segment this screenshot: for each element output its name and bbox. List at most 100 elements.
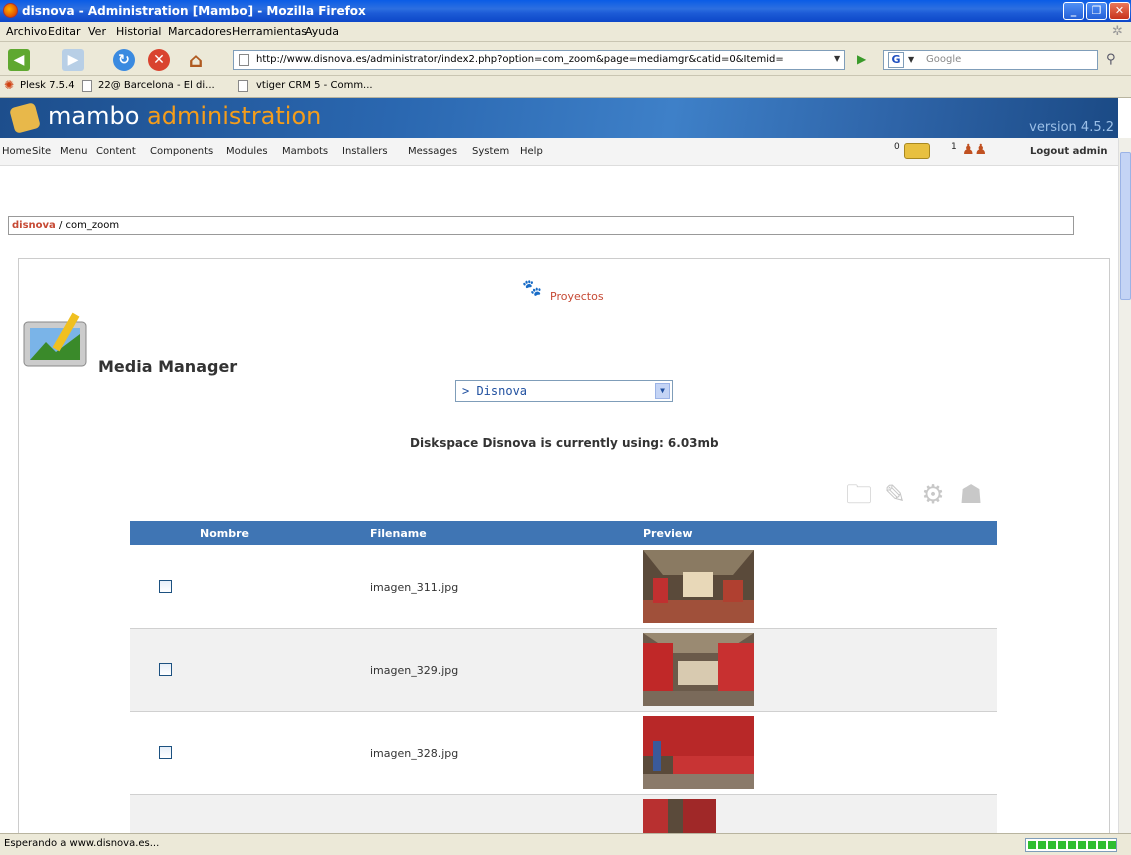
- category-link-label[interactable]: Proyectos: [550, 290, 604, 303]
- minimize-icon[interactable]: _: [1063, 2, 1084, 20]
- status-text: Esperando a www.disnova.es...: [4, 838, 160, 849]
- url-input[interactable]: http://www.disnova.es/administrator/inde…: [233, 50, 845, 70]
- mambo-menu: Home Site Menu Content Components Module…: [0, 138, 1118, 166]
- menu-ayuda[interactable]: Ayuda: [305, 25, 339, 38]
- brand-main: mambo: [48, 102, 140, 130]
- browser-menubar: Archivo Editar Ver Historial Marcadores …: [0, 22, 1131, 42]
- breadcrumb: disnova / com_zoom: [8, 216, 1074, 235]
- bookmark-vtiger[interactable]: vtiger CRM 5 - Comm...: [256, 80, 373, 91]
- engine-dropdown-icon[interactable]: ▼: [908, 51, 914, 69]
- edit-icon[interactable]: ✎: [878, 478, 912, 512]
- close-icon[interactable]: ✕: [1109, 2, 1130, 20]
- messages-icon[interactable]: [904, 143, 930, 159]
- table-header: Nombre Filename Preview: [130, 521, 997, 545]
- page-icon: [238, 80, 248, 92]
- forward-icon[interactable]: ▶: [62, 49, 84, 71]
- messages-count: 0: [894, 142, 900, 152]
- row-filename: imagen_328.jpg: [370, 747, 459, 760]
- back-icon[interactable]: ◀: [8, 49, 30, 71]
- menu-ver[interactable]: Ver: [88, 25, 106, 38]
- menu-site[interactable]: Site: [32, 146, 51, 157]
- reload-icon[interactable]: ↻: [113, 49, 135, 71]
- restore-icon[interactable]: ❐: [1086, 2, 1107, 20]
- users-online-icon[interactable]: ♟♟: [962, 142, 987, 158]
- go-icon[interactable]: ▶: [857, 52, 866, 66]
- breadcrumb-component: / com_zoom: [58, 220, 120, 231]
- logout-link[interactable]: Logout admin: [1030, 146, 1108, 157]
- url-text: http://www.disnova.es/administrator/inde…: [256, 54, 784, 65]
- menu-modules[interactable]: Modules: [226, 146, 268, 157]
- page-title: Media Manager: [98, 357, 238, 376]
- mambo-version: version 4.5.2: [1029, 120, 1114, 135]
- gallery-select[interactable]: > Disnova ▼: [455, 380, 673, 402]
- menu-messages[interactable]: Messages: [408, 146, 457, 157]
- row-filename: imagen_329.jpg: [370, 664, 459, 677]
- settings-icon[interactable]: ⚙: [916, 478, 950, 512]
- menu-content[interactable]: Content: [96, 146, 136, 157]
- menu-home[interactable]: Home: [2, 146, 32, 157]
- page-load-progress: [1025, 838, 1117, 852]
- mambo-header: mambo administration version 4.5.2: [0, 98, 1118, 138]
- page-scrollbar[interactable]: [1118, 138, 1131, 833]
- col-nombre: Nombre: [200, 527, 249, 540]
- new-folder-icon[interactable]: 🗀: [842, 478, 876, 512]
- bookmarks-toolbar: ✺ Plesk 7.5.4 22@ Barcelona - El di... v…: [0, 76, 1131, 98]
- col-filename: Filename: [370, 527, 427, 540]
- paw-icon: 🐾: [522, 278, 542, 297]
- menu-installers[interactable]: Installers: [342, 146, 388, 157]
- users-count: 1: [951, 142, 957, 152]
- plesk-icon: ✺: [4, 78, 15, 92]
- row-checkbox[interactable]: [159, 663, 172, 676]
- progress-fill: [1028, 841, 1116, 849]
- throbber-icon: ✲: [1112, 24, 1123, 39]
- menu-editar[interactable]: Editar: [48, 25, 81, 38]
- menu-archivo[interactable]: Archivo: [6, 25, 47, 38]
- menu-components[interactable]: Components: [150, 146, 213, 157]
- bookmark-22barcelona[interactable]: 22@ Barcelona - El di...: [98, 80, 215, 91]
- page-icon: [239, 54, 249, 66]
- table-row: imagen_328.jpg: [130, 712, 997, 795]
- menu-mambots[interactable]: Mambots: [282, 146, 328, 157]
- toolbar-icons: 🗀 ✎ ⚙ ☗: [842, 478, 997, 518]
- gallery-select-value: > Disnova: [462, 384, 528, 398]
- row-checkbox[interactable]: [159, 746, 172, 759]
- firefox-icon: [3, 3, 18, 18]
- diskspace-text: Diskspace Disnova is currently using: 6.…: [410, 436, 719, 450]
- preview-thumbnail[interactable]: [643, 633, 754, 706]
- stop-icon[interactable]: ✕: [148, 49, 170, 71]
- menu-marcadores[interactable]: Marcadores: [168, 25, 232, 38]
- home-icon[interactable]: ⌂: [185, 49, 207, 71]
- users-icon[interactable]: ☗: [954, 478, 988, 512]
- col-preview: Preview: [643, 527, 693, 540]
- preview-thumbnail[interactable]: [643, 550, 754, 623]
- status-bar: Esperando a www.disnova.es...: [0, 833, 1131, 855]
- menu-herramientas[interactable]: Herramientas: [232, 25, 307, 38]
- breadcrumb-site[interactable]: disnova: [12, 220, 56, 231]
- brand-accent: administration: [147, 102, 322, 130]
- menu-historial[interactable]: Historial: [116, 25, 161, 38]
- window-title: disnova - Administration [Mambo] - Mozil…: [22, 4, 366, 18]
- preview-thumbnail[interactable]: [643, 716, 754, 789]
- scrollbar-thumb[interactable]: [1120, 152, 1131, 300]
- table-row: imagen_311.jpg: [130, 546, 997, 629]
- mambo-logo-icon: [9, 102, 41, 134]
- chevron-down-icon[interactable]: ▼: [655, 383, 670, 399]
- navigation-toolbar: ◀ ▶ ↻ ✕ ⌂ http://www.disnova.es/administ…: [0, 42, 1131, 76]
- search-placeholder: Google: [926, 54, 962, 65]
- search-input[interactable]: G ▼ Google: [883, 50, 1098, 70]
- mambo-brand: mambo administration: [48, 102, 321, 130]
- row-checkbox[interactable]: [159, 580, 172, 593]
- menu-help[interactable]: Help: [520, 146, 543, 157]
- row-filename: imagen_311.jpg: [370, 581, 459, 594]
- google-icon[interactable]: G: [888, 52, 904, 68]
- window-titlebar: disnova - Administration [Mambo] - Mozil…: [0, 0, 1131, 22]
- media-manager-icon: [23, 312, 87, 367]
- menu-system[interactable]: System: [472, 146, 509, 157]
- bookmark-plesk[interactable]: Plesk 7.5.4: [20, 80, 75, 91]
- page-icon: [82, 80, 92, 92]
- table-row: [130, 795, 997, 839]
- search-icon[interactable]: ⚲: [1106, 52, 1116, 67]
- menu-menu[interactable]: Menu: [60, 146, 87, 157]
- url-dropdown-icon[interactable]: ▼: [834, 54, 840, 63]
- table-row: imagen_329.jpg: [130, 629, 997, 712]
